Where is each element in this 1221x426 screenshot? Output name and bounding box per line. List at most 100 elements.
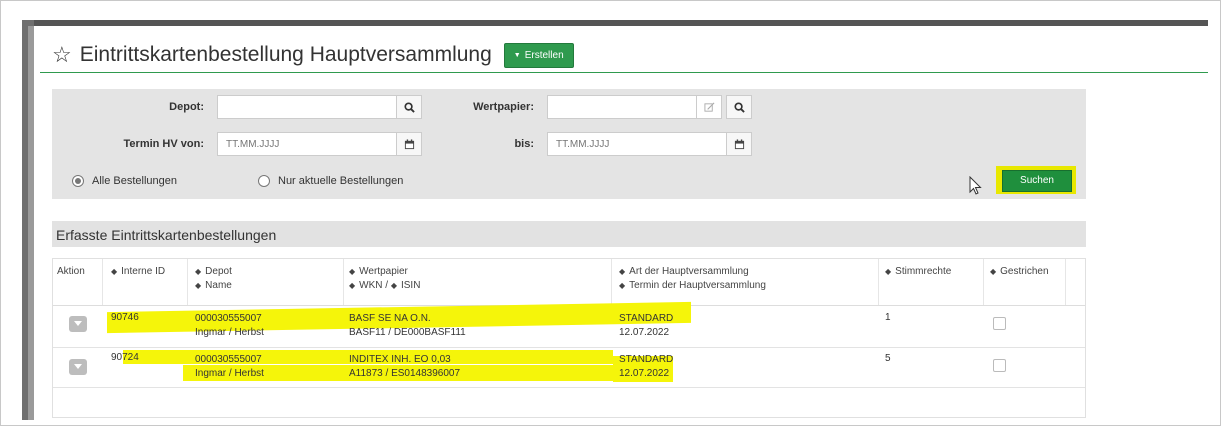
search-icon — [733, 101, 745, 113]
page-header: ☆ Eintrittskartenbestellung Hauptversamm… — [52, 38, 574, 72]
radio-current-label: Nur aktuelle Bestellungen — [278, 175, 404, 187]
row-action-button[interactable] — [69, 316, 87, 332]
sort-icon: ◆ — [990, 267, 997, 276]
col-header-stimmrechte[interactable]: ◆ Stimmrechte — [885, 265, 951, 279]
bis-input[interactable] — [547, 132, 727, 156]
column-divider — [102, 259, 103, 305]
sort-icon: ◆ — [111, 267, 118, 276]
row-depot-name: 000030555007 Ingmar / Herbst — [195, 312, 264, 340]
title-underline — [40, 72, 1208, 73]
row-wertpapier: BASF SE NA O.N. BASF11 / DE000BASF111 — [349, 312, 466, 340]
star-icon[interactable]: ☆ — [52, 44, 72, 66]
radio-current-orders[interactable]: Nur aktuelle Bestellungen — [258, 175, 403, 187]
termin-von-label: Termin HV von: — [123, 138, 204, 150]
col-depot-label: Depot — [205, 266, 232, 277]
wertpapier-input[interactable] — [547, 95, 697, 119]
column-divider — [1065, 259, 1066, 305]
row-depot-name: 000030555007 Ingmar / Herbst — [195, 353, 264, 381]
column-divider — [187, 259, 188, 305]
termin-von-calendar-button[interactable] — [396, 132, 422, 156]
radio-indicator-checked[interactable] — [72, 175, 84, 187]
caret-down-icon: ▼ — [513, 51, 521, 59]
radio-all-label: Alle Bestellungen — [92, 175, 178, 187]
row-wertpapier-name: INDITEX INH. EO 0,03 — [349, 354, 451, 365]
sort-icon: ◆ — [349, 267, 356, 276]
row-interne-id: 90724 — [111, 352, 139, 363]
radio-all-orders[interactable]: Alle Bestellungen — [72, 175, 177, 187]
window-top-band — [22, 20, 1208, 26]
termin-von-input[interactable] — [217, 132, 397, 156]
column-divider — [611, 259, 612, 305]
row-wertpapier: INDITEX INH. EO 0,03 A11873 / ES01483960… — [349, 353, 460, 381]
search-icon — [403, 101, 415, 113]
bis-label: bis: — [514, 138, 534, 150]
results-table: Aktion ◆ Interne ID ◆ Depot ◆ Name ◆ Wertpap… — [52, 258, 1086, 418]
results-header: Erfasste Eintrittskartenbestellungen — [52, 221, 1086, 247]
wertpapier-search-button[interactable] — [726, 95, 752, 119]
caret-down-icon — [74, 321, 82, 326]
sort-icon: ◆ — [885, 267, 892, 276]
sort-icon: ◆ — [195, 281, 202, 290]
edit-icon — [703, 102, 714, 112]
row-art: STANDARD — [619, 354, 674, 365]
col-art-label: Art der Hauptversammlung — [629, 266, 749, 277]
wertpapier-label: Wertpapier: — [473, 101, 534, 113]
row-depot: 000030555007 — [195, 313, 262, 324]
col-gestrichen-label: Gestrichen — [1000, 266, 1049, 277]
col-header-depot-name[interactable]: ◆ Depot ◆ Name — [195, 265, 232, 293]
column-divider — [878, 259, 879, 305]
row-hauptversammlung: STANDARD 12.07.2022 — [619, 312, 673, 340]
col-wkn-label: WKN / — [359, 280, 389, 291]
search-button[interactable]: Suchen — [1002, 170, 1072, 192]
sort-icon: ◆ — [619, 281, 626, 290]
radio-indicator[interactable] — [258, 175, 270, 187]
col-header-gestrichen[interactable]: ◆ Gestrichen — [990, 265, 1049, 279]
row-art: STANDARD — [619, 313, 674, 324]
row-wkn-isin: A11873 / ES0148396007 — [349, 368, 461, 379]
column-divider — [983, 259, 984, 305]
row-interne-id: 90746 — [111, 312, 139, 323]
row-name: Ingmar / Herbst — [195, 327, 264, 338]
col-wertpapier-label: Wertpapier — [359, 266, 408, 277]
col-termin-label: Termin der Hauptversammlung — [629, 280, 766, 291]
wertpapier-edit-button[interactable] — [696, 95, 722, 119]
row-hauptversammlung: STANDARD 12.07.2022 — [619, 353, 673, 381]
col-header-wertpapier[interactable]: ◆ Wertpapier ◆ WKN / ◆ ISIN — [349, 265, 420, 293]
calendar-icon — [404, 138, 414, 149]
sort-icon: ◆ — [195, 267, 202, 276]
create-button-label: Erstellen — [524, 49, 564, 61]
caret-down-icon — [74, 364, 82, 369]
row-gestrichen-checkbox[interactable] — [993, 317, 1006, 330]
col-isin-label: ISIN — [400, 280, 421, 291]
row-wkn-isin: BASF11 / DE000BASF111 — [349, 327, 466, 338]
page-title: Eintrittskartenbestellung Hauptversammlu… — [79, 43, 492, 66]
column-divider — [343, 259, 344, 305]
col-stimmrechte-label: Stimmrechte — [895, 266, 952, 277]
col-aktion-label: Aktion — [57, 266, 85, 277]
col-header-interne-id[interactable]: ◆ Interne ID — [111, 265, 165, 279]
mouse-cursor-icon — [969, 175, 983, 201]
bis-calendar-button[interactable] — [726, 132, 752, 156]
row-divider — [53, 387, 1085, 388]
row-stimmrechte: 5 — [885, 353, 891, 364]
row-stimmrechte: 1 — [885, 312, 891, 323]
row-divider — [53, 347, 1085, 348]
row-depot: 000030555007 — [195, 354, 262, 365]
results-title: Erfasste Eintrittskartenbestellungen — [56, 227, 277, 243]
row-wertpapier-name: BASF SE NA O.N. — [349, 313, 431, 324]
row-name: Ingmar / Herbst — [195, 368, 264, 379]
col-name-label: Name — [205, 280, 232, 291]
col-header-hauptversammlung[interactable]: ◆ Art der Hauptversammlung ◆ Termin der Ha… — [619, 265, 766, 293]
col-interne-id-label: Interne ID — [121, 266, 166, 277]
depot-search-button[interactable] — [396, 95, 422, 119]
sort-icon: ◆ — [349, 281, 356, 290]
row-termin: 12.07.2022 — [619, 368, 670, 379]
sort-icon: ◆ — [390, 281, 397, 290]
row-action-button[interactable] — [69, 359, 87, 375]
row-gestrichen-checkbox[interactable] — [993, 359, 1006, 372]
sort-icon: ◆ — [619, 267, 626, 276]
calendar-icon — [734, 138, 744, 149]
window-left-band-inner — [28, 26, 34, 420]
depot-input[interactable] — [217, 95, 397, 119]
create-button[interactable]: ▼ Erstellen — [503, 42, 574, 68]
